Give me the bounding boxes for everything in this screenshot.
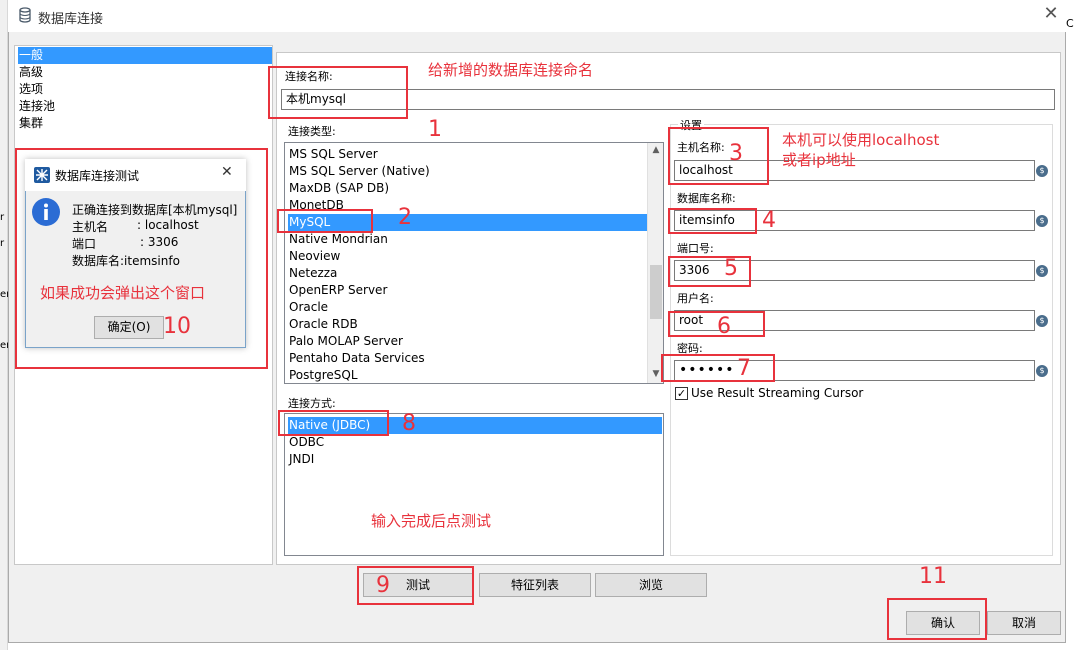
list-item[interactable]: Oracle	[288, 299, 647, 316]
annotation-step-number: 2	[398, 205, 412, 230]
annotation-host-hint: 本机可以使用localhost	[782, 131, 940, 149]
list-item[interactable]: Native Mondrian	[288, 231, 647, 248]
annotation-box-ok	[887, 598, 987, 640]
annotation-box-connection-name	[268, 66, 408, 119]
annotation-name-hint: 给新增的数据库连接命名	[428, 61, 594, 79]
variable-dollar-icon[interactable]: $	[1036, 315, 1048, 327]
annotation-box-mysql	[277, 209, 373, 233]
annotation-step-number: 7	[737, 356, 751, 381]
annotation-box-access	[278, 410, 389, 436]
annotation-box-host	[668, 127, 769, 185]
connection-type-label: 连接类型:	[288, 125, 336, 138]
username-label: 用户名:	[677, 292, 714, 305]
annotation-step-number: 3	[729, 141, 743, 166]
variable-dollar-icon[interactable]: $	[1036, 265, 1048, 277]
database-name-label: 数据库名称:	[677, 192, 736, 205]
window-titlebar	[8, 0, 1066, 32]
annotation-step-number: 10	[163, 314, 191, 339]
nav-item-general[interactable]: 一般	[18, 47, 272, 64]
list-item[interactable]: OpenERP Server	[288, 282, 647, 299]
annotation-box-port	[668, 256, 751, 287]
background-text-fragment: r	[0, 238, 5, 249]
list-scrollbar[interactable]: ▲ ▼	[647, 143, 663, 383]
close-icon[interactable]: ✕	[1041, 4, 1061, 24]
variable-dollar-icon[interactable]: $	[1036, 215, 1048, 227]
access-method-label: 连接方式:	[288, 397, 336, 410]
nav-item-options[interactable]: 选项	[18, 81, 272, 98]
connection-type-list[interactable]: MS SQL Server MS SQL Server (Native) Max…	[284, 142, 664, 384]
list-item[interactable]: ODBC	[288, 434, 662, 451]
annotation-popup-hint: 如果成功会弹出这个窗口	[40, 284, 206, 302]
nav-item-clustering[interactable]: 集群	[18, 115, 272, 132]
annotation-step-number: 9	[376, 573, 390, 598]
list-item[interactable]: Pentaho Data Services	[288, 350, 647, 367]
feature-list-button[interactable]: 特征列表	[479, 573, 591, 597]
annotation-host-hint: 或者ip地址	[782, 151, 856, 169]
annotation-box-dialog	[15, 148, 268, 369]
annotation-step-number: 5	[724, 256, 738, 281]
list-item[interactable]: Palo MOLAP Server	[288, 333, 647, 350]
database-icon	[19, 7, 31, 23]
list-item[interactable]: MS SQL Server (Native)	[288, 163, 647, 180]
nav-item-pooling[interactable]: 连接池	[18, 98, 272, 115]
list-item[interactable]: Oracle RDB	[288, 316, 647, 333]
window-title: 数据库连接	[38, 12, 104, 27]
background-text-fragment: r	[0, 212, 5, 223]
list-item[interactable]: MS SQL Server	[288, 146, 647, 163]
cancel-button[interactable]: 取消	[987, 611, 1061, 635]
scroll-up-icon[interactable]: ▲	[648, 145, 663, 155]
port-label: 端口号:	[677, 242, 714, 255]
scrollbar-thumb[interactable]	[650, 265, 662, 319]
nav-item-advanced[interactable]: 高级	[18, 64, 272, 81]
explore-button[interactable]: 浏览	[595, 573, 707, 597]
settings-group	[670, 124, 1053, 556]
streaming-cursor-label: Use Result Streaming Cursor	[691, 386, 864, 400]
annotation-step-number: 1	[428, 117, 442, 142]
list-item[interactable]: Netezza	[288, 265, 647, 282]
annotation-step-number: 6	[717, 314, 731, 339]
variable-dollar-icon[interactable]: $	[1036, 365, 1048, 377]
annotation-box-test	[357, 566, 474, 605]
annotation-step-number: 8	[402, 411, 416, 436]
annotation-test-hint: 输入完成后点测试	[371, 512, 492, 530]
background-window-strip	[0, 0, 8, 650]
list-item[interactable]: JNDI	[288, 451, 662, 468]
list-item[interactable]: Neoview	[288, 248, 647, 265]
annotation-step-number: 4	[762, 208, 776, 233]
background-text-fragment: C	[1066, 17, 1074, 30]
annotation-box-database	[668, 208, 757, 234]
variable-dollar-icon[interactable]: $	[1036, 165, 1048, 177]
annotation-step-number: 11	[919, 564, 947, 589]
annotation-box-password	[661, 354, 775, 382]
list-item[interactable]: PostgreSQL	[288, 367, 647, 383]
streaming-cursor-checkbox[interactable]: ✓	[675, 387, 688, 400]
list-item[interactable]: MaxDB (SAP DB)	[288, 180, 647, 197]
